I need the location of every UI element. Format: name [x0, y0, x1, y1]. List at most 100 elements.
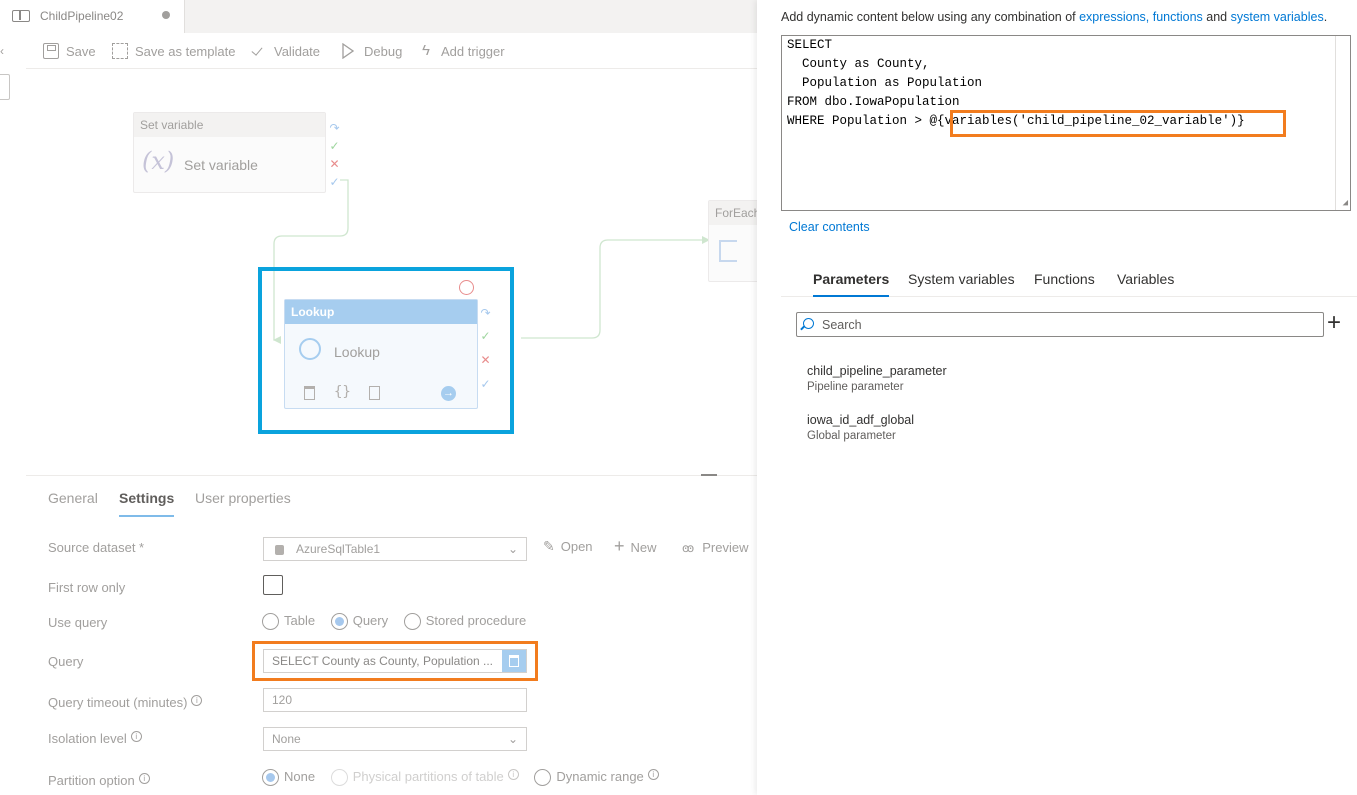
resize-grip-icon[interactable]: ◢: [1343, 198, 1348, 208]
foreach-header: ForEach: [709, 201, 757, 225]
tab-settings[interactable]: Settings: [119, 490, 175, 517]
query-label: Query: [48, 654, 84, 669]
toolbar: Save Save as template Validate Debug ϟ A…: [26, 33, 757, 69]
skip-icon[interactable]: ↷: [328, 122, 341, 135]
tab-general[interactable]: General: [48, 490, 98, 506]
param-name: iowa_id_adf_global: [807, 413, 915, 427]
radio-query-label: Query: [352, 613, 389, 628]
save-label: Save: [66, 43, 96, 59]
query-highlight-box: [252, 641, 538, 681]
tab-user-properties[interactable]: User properties: [195, 490, 291, 506]
tab-bar: ChildPipeline02: [0, 0, 757, 33]
code-line-4: FROM dbo.IowaPopulation: [787, 95, 960, 109]
lookup-highlight-box: [258, 267, 514, 434]
expression-tabs: Parameters System variables Functions Va…: [781, 270, 1357, 297]
clear-contents-link[interactable]: Clear contents: [789, 220, 870, 234]
template-icon: [112, 43, 128, 59]
add-trigger-button[interactable]: ϟ Add trigger: [418, 42, 505, 60]
source-dataset-label: Source dataset *: [48, 540, 145, 555]
list-item[interactable]: child_pipeline_parameter Pipeline parame…: [807, 364, 947, 393]
sql-table-icon: [275, 545, 284, 555]
search-placeholder: Search: [822, 318, 862, 332]
radio-physical-label: Physical partitions of table: [352, 769, 504, 784]
param-type: Global parameter: [807, 430, 896, 442]
partition-option-label: Partition option i: [48, 773, 150, 788]
expression-highlight-box: [950, 110, 1286, 137]
unsaved-dot-icon: [162, 11, 170, 19]
save-button[interactable]: Save: [43, 42, 96, 60]
tab-system-variables[interactable]: System variables: [908, 271, 1015, 287]
set-variable-label: Set variable: [184, 157, 258, 173]
sidebar-handle[interactable]: [0, 74, 10, 100]
preview-label: Preview: [702, 540, 749, 555]
radio-stored-procedure[interactable]: Stored procedure: [403, 613, 526, 631]
open-button[interactable]: ✎ Open: [543, 538, 593, 555]
query-timeout-value: 120: [272, 693, 293, 707]
foreach-activity[interactable]: ForEach: [708, 200, 757, 282]
check-icon: [251, 43, 267, 59]
minimize-handle-icon[interactable]: [701, 474, 717, 476]
isolation-level-text: Isolation level: [48, 731, 127, 746]
glasses-icon: ꙭ: [682, 541, 695, 555]
info-icon: i: [138, 773, 150, 784]
expressions-functions-link[interactable]: expressions, functions: [1079, 10, 1203, 24]
radio-physical-partitions: Physical partitions of table i: [330, 769, 519, 787]
first-row-only-checkbox[interactable]: [263, 575, 283, 595]
partition-radio-group: None Physical partitions of table i Dynam…: [262, 769, 659, 787]
radio-table[interactable]: Table: [262, 613, 315, 631]
save-as-template-button[interactable]: Save as template: [112, 42, 235, 60]
isolation-level-value: None: [272, 732, 301, 746]
use-query-radio-group: Table Query Stored procedure: [262, 613, 526, 631]
radio-stored-procedure-icon: [403, 613, 421, 631]
play-icon: [342, 43, 354, 59]
info-icon: i: [130, 731, 142, 742]
list-item[interactable]: iowa_id_adf_global Global parameter: [807, 413, 914, 442]
hint-and: and: [1202, 10, 1231, 24]
tab-childpipeline02[interactable]: ChildPipeline02: [0, 0, 185, 33]
param-type: Pipeline parameter: [807, 381, 904, 393]
chevron-down-icon: ⌄: [507, 542, 518, 556]
query-timeout-input[interactable]: 120: [263, 688, 527, 712]
system-variables-link[interactable]: system variables: [1231, 10, 1324, 24]
source-dataset-value: AzureSqlTable1: [296, 542, 381, 556]
set-variable-activity[interactable]: Set variable (x) Set variable: [133, 112, 326, 193]
source-dataset-select[interactable]: AzureSqlTable1 ⌄: [263, 537, 527, 561]
query-timeout-label: Query timeout (minutes) i: [48, 695, 203, 710]
add-trigger-label: Add trigger: [441, 43, 505, 59]
validate-button[interactable]: Validate: [251, 42, 320, 60]
info-icon: i: [507, 769, 519, 780]
code-line-1: SELECT: [787, 38, 833, 52]
radio-query-icon: [330, 613, 348, 631]
param-name: child_pipeline_parameter: [807, 364, 947, 378]
preview-button[interactable]: ꙭ Preview: [682, 540, 748, 555]
validate-label: Validate: [274, 43, 321, 59]
lightning-icon: ϟ: [422, 42, 430, 59]
foreach-icon: [719, 240, 737, 262]
chevron-down-icon: ⌄: [507, 732, 518, 746]
radio-none[interactable]: None: [262, 769, 315, 787]
open-label: Open: [560, 539, 593, 554]
radio-dynamic-icon: [534, 769, 552, 787]
editor-scrollbar[interactable]: [1335, 36, 1350, 210]
expression-editor[interactable]: SELECT County as County, Population as P…: [781, 35, 1351, 211]
partition-option-text: Partition option: [48, 773, 135, 788]
tab-parameters[interactable]: Parameters: [813, 271, 890, 297]
query-timeout-text: Query timeout (minutes): [48, 695, 188, 710]
isolation-level-label: Isolation level i: [48, 731, 142, 746]
radio-query[interactable]: Query: [330, 613, 389, 631]
radio-dynamic-range[interactable]: Dynamic range i: [534, 769, 659, 787]
hint-period: .: [1323, 10, 1328, 24]
failure-icon[interactable]: ✕: [328, 158, 341, 171]
search-input[interactable]: Search: [796, 312, 1324, 337]
completion-icon[interactable]: ✓: [328, 176, 341, 189]
new-button[interactable]: + New: [614, 536, 657, 557]
tab-variables[interactable]: Variables: [1117, 271, 1174, 287]
collapse-chevron-icon[interactable]: ‹: [0, 44, 4, 58]
tab-functions[interactable]: Functions: [1034, 271, 1095, 287]
debug-button[interactable]: Debug: [342, 42, 402, 60]
variable-icon: (x): [142, 147, 175, 175]
add-parameter-icon[interactable]: +: [1327, 310, 1341, 336]
isolation-level-select[interactable]: None ⌄: [263, 727, 527, 751]
search-icon: [803, 318, 814, 329]
success-icon[interactable]: ✓: [328, 140, 341, 153]
